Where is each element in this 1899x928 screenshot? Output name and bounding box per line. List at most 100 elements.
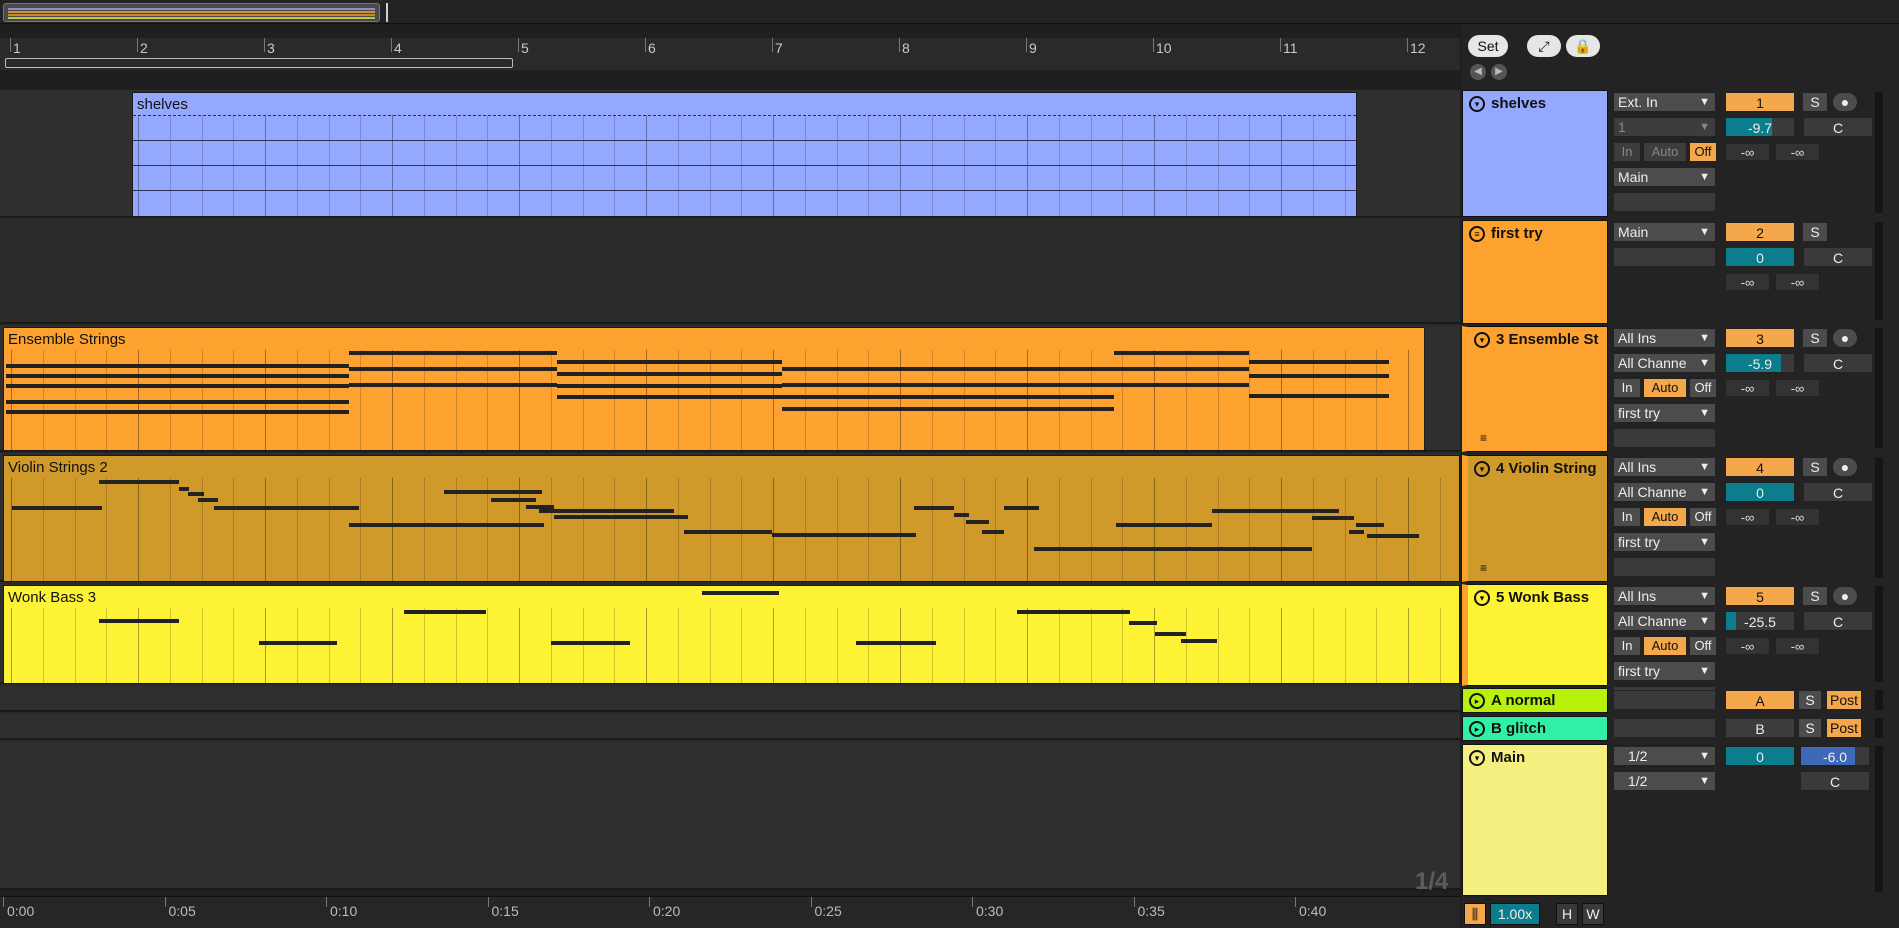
- pan-field[interactable]: C: [1803, 353, 1873, 373]
- monitor-in-button[interactable]: In: [1613, 142, 1641, 162]
- track-name[interactable]: B glitch: [1491, 720, 1546, 737]
- midi-note[interactable]: [1129, 621, 1157, 625]
- lane-wonk-bass[interactable]: Wonk Bass 3: [0, 584, 1460, 684]
- output-channel-field[interactable]: [1613, 247, 1716, 267]
- pan-field[interactable]: C: [1803, 482, 1873, 502]
- fold-toggle-icon[interactable]: ▾: [1474, 461, 1490, 477]
- track-name[interactable]: first try: [1491, 225, 1543, 242]
- midi-note[interactable]: [6, 400, 349, 404]
- lane-first-try[interactable]: [0, 220, 1460, 324]
- midi-note[interactable]: [557, 384, 782, 388]
- monitor-auto-button[interactable]: Auto: [1643, 378, 1687, 398]
- output-channel-field[interactable]: [1613, 557, 1716, 577]
- input-type-dropdown[interactable]: All Ins ▼: [1613, 586, 1716, 606]
- midi-note[interactable]: [782, 395, 1114, 399]
- post-send-button[interactable]: Post: [1826, 690, 1862, 710]
- solo-button[interactable]: S: [1798, 718, 1822, 738]
- solo-button[interactable]: S: [1798, 690, 1822, 710]
- return-output-field[interactable]: [1613, 718, 1716, 738]
- volume-field[interactable]: -9.7: [1725, 117, 1795, 137]
- fold-toggle-icon[interactable]: ▾: [1474, 332, 1490, 348]
- track-name[interactable]: Main: [1491, 749, 1525, 766]
- midi-note[interactable]: [954, 513, 969, 517]
- midi-note[interactable]: [557, 372, 782, 376]
- arm-record-icon[interactable]: ●: [1832, 586, 1858, 606]
- waveform-icon[interactable]: ⫼: [1464, 903, 1486, 925]
- monitor-auto-button[interactable]: Auto: [1643, 142, 1687, 162]
- midi-note[interactable]: [856, 641, 936, 645]
- midi-note[interactable]: [259, 641, 337, 645]
- midi-note[interactable]: [349, 367, 557, 371]
- volume-field[interactable]: -25.5: [1725, 611, 1795, 631]
- monitor-in-button[interactable]: In: [1613, 378, 1641, 398]
- monitor-off-button[interactable]: Off: [1689, 378, 1717, 398]
- midi-clip-wonk-bass[interactable]: Wonk Bass 3: [3, 585, 1460, 684]
- midi-note[interactable]: [6, 384, 349, 388]
- midi-note[interactable]: [349, 383, 557, 387]
- track-activator-button[interactable]: 4: [1725, 457, 1795, 477]
- output-channel-field[interactable]: [1613, 428, 1716, 448]
- midi-note[interactable]: [404, 610, 486, 614]
- expand-icon[interactable]: ⤢: [1527, 35, 1561, 57]
- fold-toggle-icon[interactable]: ▾: [1469, 96, 1485, 112]
- main-pan-field[interactable]: C: [1800, 771, 1870, 791]
- track-header-3[interactable]: ▾ 3 Ensemble St ≡: [1462, 326, 1608, 452]
- track-menu-icon[interactable]: ≡: [1480, 431, 1487, 445]
- midi-note[interactable]: [782, 383, 1114, 387]
- fold-toggle-icon[interactable]: ▾: [1469, 750, 1485, 766]
- solo-button[interactable]: S: [1802, 92, 1828, 112]
- midi-note[interactable]: [1249, 360, 1389, 364]
- monitor-in-button[interactable]: In: [1613, 636, 1641, 656]
- input-channel-dropdown[interactable]: All Channe ▼: [1613, 353, 1716, 373]
- midi-note[interactable]: [349, 523, 544, 527]
- pan-field[interactable]: C: [1803, 117, 1873, 137]
- play-icon[interactable]: ▸: [1469, 721, 1485, 737]
- midi-note[interactable]: [557, 395, 782, 399]
- main-track-header[interactable]: ▾ Main: [1462, 744, 1608, 896]
- midi-note[interactable]: [1034, 547, 1312, 551]
- solo-button[interactable]: S: [1802, 222, 1828, 242]
- track-name[interactable]: 4 Violin String: [1496, 460, 1597, 477]
- lane-shelves[interactable]: shelves: [0, 90, 1460, 218]
- midi-note[interactable]: [684, 530, 772, 534]
- midi-note[interactable]: [1356, 523, 1384, 527]
- cue-output-dropdown[interactable]: 1/2 ▼: [1613, 771, 1716, 791]
- midi-note[interactable]: [1114, 367, 1249, 371]
- midi-note[interactable]: [554, 515, 688, 519]
- output-routing-dropdown[interactable]: Main ▼: [1613, 222, 1716, 242]
- track-name[interactable]: A normal: [1491, 692, 1555, 709]
- midi-note[interactable]: [914, 506, 954, 510]
- midi-clip-ensemble-strings[interactable]: Ensemble Strings: [3, 327, 1425, 451]
- input-channel-dropdown[interactable]: All Channe ▼: [1613, 611, 1716, 631]
- lane-ensemble-strings[interactable]: Ensemble Strings: [0, 326, 1460, 452]
- track-menu-icon[interactable]: ≡: [1480, 561, 1487, 575]
- solo-button[interactable]: S: [1802, 586, 1828, 606]
- pan-field[interactable]: C: [1803, 611, 1873, 631]
- return-output-field[interactable]: [1613, 690, 1716, 710]
- input-type-dropdown[interactable]: All Ins ▼: [1613, 328, 1716, 348]
- fold-toggle-icon[interactable]: ▾: [1474, 590, 1490, 606]
- midi-clip-violin-strings[interactable]: Violin Strings 2: [3, 455, 1460, 582]
- return-activator-button[interactable]: A: [1725, 690, 1795, 710]
- main-output-dropdown[interactable]: 1/2 ▼: [1613, 746, 1716, 766]
- midi-note[interactable]: [99, 619, 179, 623]
- audio-clip-shelves[interactable]: shelves: [132, 92, 1357, 217]
- back-arrow-icon[interactable]: ◀: [1470, 64, 1486, 80]
- arrangement-overview[interactable]: [0, 0, 1899, 24]
- midi-note[interactable]: [349, 351, 557, 355]
- track-header-1[interactable]: ▾ shelves: [1462, 90, 1608, 217]
- midi-note[interactable]: [6, 364, 349, 368]
- lock-icon[interactable]: 🔒: [1566, 35, 1600, 57]
- midi-note[interactable]: [782, 407, 1114, 411]
- set-button[interactable]: Set: [1468, 35, 1508, 57]
- monitor-off-button[interactable]: Off: [1689, 142, 1717, 162]
- monitor-auto-button[interactable]: Auto: [1643, 507, 1687, 527]
- overview-visible-window[interactable]: [3, 3, 380, 22]
- midi-note[interactable]: [1017, 610, 1130, 614]
- tempo-scale-field[interactable]: 1.00x: [1490, 903, 1540, 925]
- input-channel-dropdown[interactable]: All Channe ▼: [1613, 482, 1716, 502]
- input-type-dropdown[interactable]: All Ins ▼: [1613, 457, 1716, 477]
- midi-note[interactable]: [6, 374, 349, 378]
- output-routing-dropdown[interactable]: first try ▼: [1613, 532, 1716, 552]
- volume-field[interactable]: -5.9: [1725, 353, 1795, 373]
